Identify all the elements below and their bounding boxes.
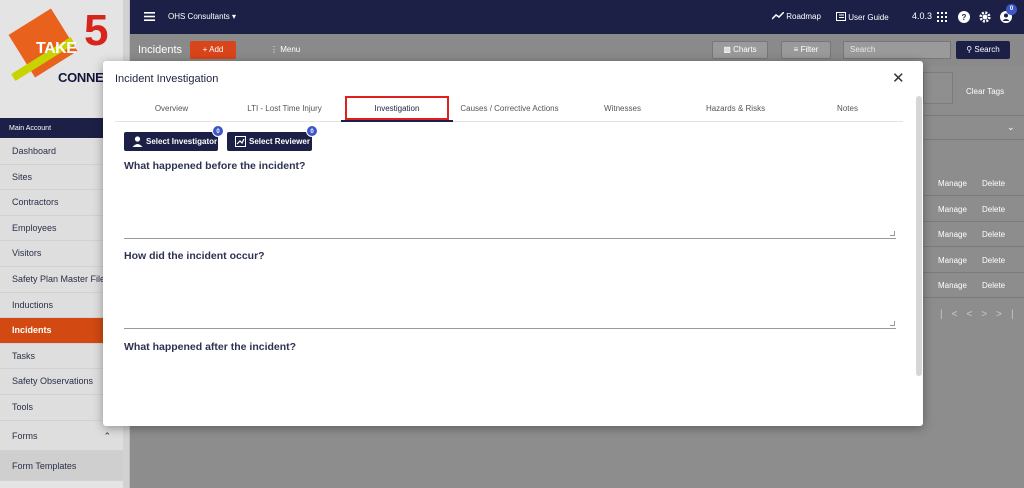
last-page-icon[interactable]: >| <box>996 309 1022 320</box>
question-before-label: What happened before the incident? <box>124 160 306 172</box>
workspace-label: OHS Consultants <box>168 12 230 21</box>
search-input[interactable]: Search <box>843 41 951 59</box>
modal-title: Incident Investigation <box>115 73 219 85</box>
charts-button[interactable]: ▩ Charts <box>712 41 768 59</box>
add-button-label: Add <box>209 45 224 54</box>
table-row: Manage Delete <box>923 221 1024 247</box>
search-button-label: Search <box>974 45 1000 54</box>
modal-tabs: Overview LTI - Lost Time Injury Investig… <box>115 96 903 122</box>
caret-down-icon: ▾ <box>232 12 237 21</box>
filter-label: Filter <box>800 45 819 54</box>
select-investigator-button[interactable]: Select Investigator 0 <box>124 125 224 151</box>
user-guide-link[interactable]: User Guide <box>836 12 889 22</box>
svg-text:?: ? <box>962 13 967 22</box>
roadmap-link[interactable]: Roadmap <box>771 11 821 21</box>
table-row: Manage Delete <box>923 170 1024 196</box>
table-row: Manage Delete <box>923 247 1024 273</box>
person-icon <box>132 136 143 147</box>
clear-tags-button[interactable]: Clear Tags <box>966 87 1004 96</box>
select-investigator-label: Select Investigator <box>146 137 218 146</box>
question-how-label: How did the incident occur? <box>124 250 265 262</box>
tab-highlight-box <box>345 96 449 120</box>
delete-link[interactable]: Delete <box>982 256 1005 265</box>
hamburger-icon[interactable] <box>144 12 155 21</box>
apps-grid-icon[interactable] <box>937 12 947 22</box>
table-row: Manage Delete <box>923 272 1024 298</box>
how-incident-textarea[interactable] <box>124 266 896 329</box>
question-after-label: What happened after the incident? <box>124 341 297 353</box>
select-reviewer-button[interactable]: Select Reviewer 0 <box>227 125 318 151</box>
gear-icon[interactable] <box>979 11 991 23</box>
help-icon[interactable]: ? <box>958 11 970 23</box>
version-label: 4.0.3 <box>912 11 933 21</box>
roadmap-label: Roadmap <box>786 12 821 21</box>
delete-link[interactable]: Delete <box>982 281 1005 290</box>
tab-notes[interactable]: Notes <box>792 98 903 122</box>
trend-icon <box>771 11 785 20</box>
sidebar-item-form-templates[interactable]: Form Templates <box>0 450 123 481</box>
bar-chart-icon: ▩ <box>723 45 731 54</box>
next-page-icon[interactable]: > <box>981 309 996 320</box>
more-vertical-icon: ⋮ <box>270 45 278 54</box>
search-icon: ⚲ <box>966 45 973 54</box>
filter-icon: ≡ <box>793 45 799 54</box>
tab-hazards[interactable]: Hazards & Risks <box>679 98 792 122</box>
manage-link[interactable]: Manage <box>938 179 967 188</box>
delete-link[interactable]: Delete <box>982 179 1005 188</box>
filter-button[interactable]: ≡ Filter <box>781 41 831 59</box>
sidebar-item-forms-label: Forms <box>12 430 38 441</box>
first-page-icon[interactable]: |< <box>940 309 966 320</box>
delete-link[interactable]: Delete <box>982 230 1005 239</box>
delete-link[interactable]: Delete <box>982 205 1005 214</box>
menu-label: Menu <box>280 45 301 54</box>
tag-panel <box>923 72 953 104</box>
after-incident-textarea[interactable] <box>124 357 896 412</box>
menu-button[interactable]: ⋮ Menu <box>270 45 300 54</box>
before-incident-textarea[interactable] <box>124 176 896 239</box>
manage-link[interactable]: Manage <box>938 256 967 265</box>
add-button[interactable]: + Add <box>190 41 236 59</box>
tab-lti[interactable]: LTI - Lost Time Injury <box>228 98 341 122</box>
top-navbar: OHS Consultants ▾ Roadmap User Guide 4.0… <box>130 0 1024 34</box>
charts-label: Charts <box>733 45 757 54</box>
resize-grip-icon[interactable] <box>890 231 895 236</box>
book-icon <box>836 12 846 21</box>
chevron-down-icon[interactable]: ⌄ <box>1007 122 1015 133</box>
resize-grip-icon[interactable] <box>890 321 895 326</box>
manage-link[interactable]: Manage <box>938 230 967 239</box>
user-guide-label: User Guide <box>848 13 889 22</box>
close-icon[interactable]: ✕ <box>892 69 905 87</box>
workspace-selector[interactable]: OHS Consultants ▾ <box>168 12 236 21</box>
account-menu[interactable]: 0 <box>1000 4 1017 25</box>
investigator-count-badge: 0 <box>212 125 224 137</box>
incident-investigation-modal: Incident Investigation ✕ Overview LTI - … <box>103 61 923 426</box>
search-button[interactable]: ⚲ Search <box>956 41 1010 59</box>
tab-witnesses[interactable]: Witnesses <box>566 98 679 122</box>
select-reviewer-label: Select Reviewer <box>249 137 310 146</box>
tab-causes[interactable]: Causes / Corrective Actions <box>453 98 566 122</box>
pagination: |<<>>| <box>940 309 1023 320</box>
review-icon <box>235 136 246 147</box>
tab-overview[interactable]: Overview <box>115 98 228 122</box>
manage-link[interactable]: Manage <box>938 281 967 290</box>
table-row: Manage Delete <box>923 196 1024 222</box>
modal-scrollbar[interactable] <box>916 96 922 376</box>
notification-badge: 0 <box>1006 4 1017 15</box>
tab-investigation[interactable]: Investigation <box>341 96 453 122</box>
page-title: Incidents <box>138 44 183 56</box>
reviewer-count-badge: 0 <box>306 125 318 137</box>
prev-page-icon[interactable]: < <box>966 309 981 320</box>
manage-link[interactable]: Manage <box>938 205 967 214</box>
filter-row: ⌄ <box>923 115 1024 140</box>
